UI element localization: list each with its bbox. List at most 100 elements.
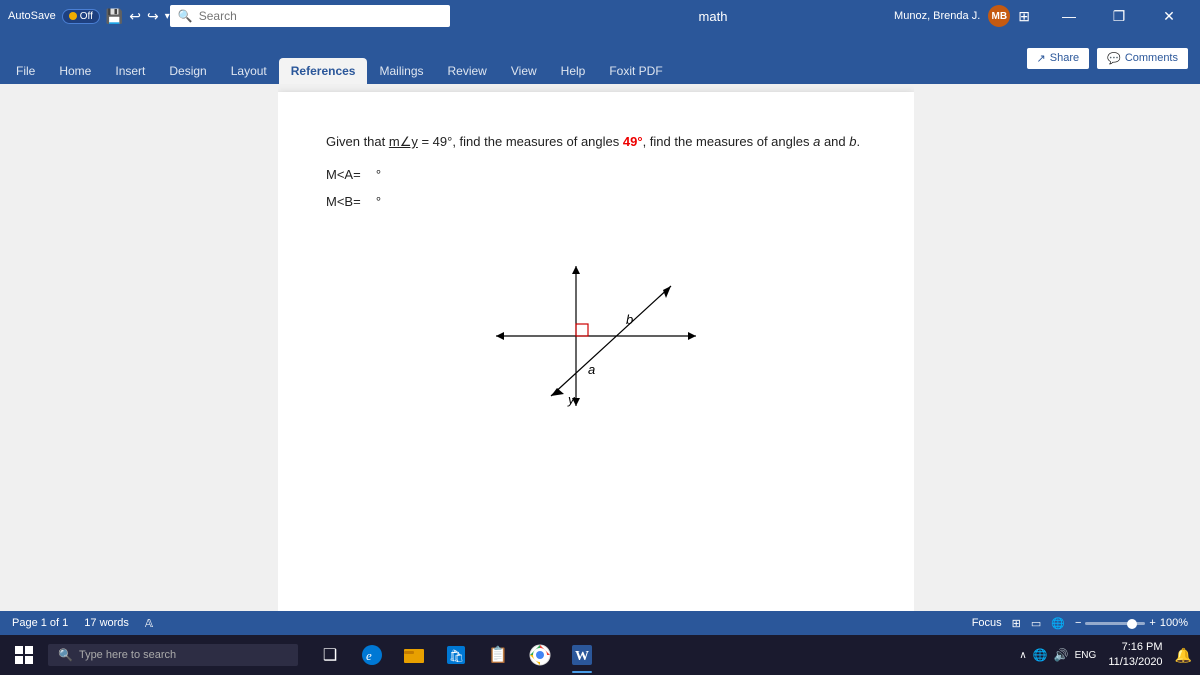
store-icon[interactable]: 🛍 [436, 635, 476, 675]
tab-review[interactable]: Review [436, 58, 499, 84]
tab-view[interactable]: View [499, 58, 549, 84]
tray-up-arrow[interactable]: ∧ [1019, 650, 1026, 661]
document-content: Given that m∠y = 49°, find the measures … [326, 132, 866, 436]
tab-layout[interactable]: Layout [219, 58, 279, 84]
status-bar: Page 1 of 1 17 words 𝔸 Focus ⊞ ▭ 🌐 − + 1… [0, 611, 1200, 635]
title-bar: AutoSave Off 💾 ↩ ↪ ▾ 🔍 math Munoz, Brend… [0, 0, 1200, 32]
title-bar-right: Munoz, Brenda J. MB ⊞ — ❐ ✕ [894, 0, 1192, 32]
left-gutter [0, 84, 278, 611]
file-explorer-icon[interactable] [394, 635, 434, 675]
tab-insert[interactable]: Insert [103, 58, 157, 84]
tab-references[interactable]: References [279, 58, 368, 84]
word-count: 17 words [84, 617, 129, 629]
speaker-icon[interactable]: 🔊 [1054, 648, 1069, 662]
svg-text:W: W [575, 649, 589, 664]
taskbar: 🔍 Type here to search ❑ e 🛍 📋 [0, 635, 1200, 675]
grid-icon[interactable]: ⊞ [1018, 8, 1030, 25]
undo-icon[interactable]: ↩ [129, 8, 141, 25]
zoom-minus[interactable]: − [1075, 617, 1081, 629]
taskbar-search-placeholder: Type here to search [79, 649, 176, 661]
redo-icon[interactable]: ↪ [147, 8, 159, 25]
share-icon: ↗ [1037, 52, 1046, 65]
document-title: math [532, 9, 894, 24]
label-a: a [588, 362, 595, 377]
chrome-icon[interactable] [520, 635, 560, 675]
network-icon[interactable]: 🌐 [1033, 648, 1048, 662]
document-container[interactable]: Given that m∠y = 49°, find the measures … [278, 84, 914, 611]
taskbar-icons: ❑ e 🛍 📋 [310, 635, 602, 675]
zoom-slider[interactable] [1085, 622, 1145, 625]
language-icon: 𝔸 [145, 617, 153, 630]
start-button[interactable] [4, 635, 44, 675]
degree-symbol-a: ° [376, 165, 381, 186]
tab-home[interactable]: Home [47, 58, 103, 84]
line1-label: M<A= [326, 165, 361, 186]
comments-button[interactable]: 💬 Comments [1097, 48, 1188, 69]
diagram-area: b a y [326, 236, 866, 436]
zoom-control: − + 100% [1075, 617, 1188, 629]
answer-line-a: M<A= ° [326, 165, 866, 186]
ribbon-right: ↗ Share 💬 Comments [1015, 32, 1200, 84]
lang-indicator: ENG [1075, 650, 1097, 661]
web-layout-icon[interactable]: 🌐 [1051, 617, 1065, 630]
edge-browser-icon[interactable]: e [352, 635, 392, 675]
tab-help[interactable]: Help [549, 58, 598, 84]
user-name: Munoz, Brenda J. [894, 10, 980, 22]
problem-subject: m∠y [389, 134, 418, 149]
problem-highlight: 49° [623, 134, 643, 149]
sys-tray: ∧ 🌐 🔊 ENG [1019, 648, 1096, 662]
close-button[interactable]: ✕ [1146, 0, 1192, 32]
comments-label: Comments [1125, 52, 1178, 64]
svg-text:e: e [366, 648, 372, 663]
read-mode-icon[interactable]: ⊞ [1012, 617, 1021, 630]
autosave-label: AutoSave [8, 10, 56, 22]
search-icon: 🔍 [178, 9, 193, 23]
comment-icon: 💬 [1107, 52, 1121, 65]
search-box[interactable]: 🔍 [170, 5, 450, 27]
taskbar-search[interactable]: 🔍 Type here to search [48, 644, 298, 666]
main-area: Given that m∠y = 49°, find the measures … [0, 84, 1200, 611]
minimize-button[interactable]: — [1046, 0, 1092, 32]
autosave-toggle[interactable]: Off [62, 9, 100, 24]
focus-label[interactable]: Focus [972, 617, 1002, 629]
tab-mailings[interactable]: Mailings [367, 58, 435, 84]
status-right: Focus ⊞ ▭ 🌐 − + 100% [972, 617, 1188, 630]
tab-design[interactable]: Design [157, 58, 218, 84]
time-date[interactable]: 7:16 PM 11/13/2020 [1104, 640, 1166, 671]
svg-text:🛍: 🛍 [449, 649, 464, 663]
taskbar-left: 🔍 Type here to search ❑ e 🛍 📋 [0, 635, 606, 675]
print-layout-icon[interactable]: ▭ [1031, 617, 1041, 630]
ribbon: File Home Insert Design Layout Reference… [0, 32, 1200, 84]
line2-label: M<B= [326, 192, 361, 213]
zoom-plus[interactable]: + [1149, 617, 1155, 629]
toggle-dot [69, 12, 77, 20]
search-input[interactable] [199, 9, 442, 23]
status-left: Page 1 of 1 17 words 𝔸 [12, 617, 153, 630]
current-time: 7:16 PM [1108, 640, 1162, 655]
problem-text: Given that m∠y = 49°, find the measures … [326, 132, 866, 153]
clipboard-icon[interactable]: 📋 [478, 635, 518, 675]
autosave-state: Off [80, 11, 93, 22]
restore-button[interactable]: ❐ [1096, 0, 1142, 32]
taskbar-search-icon: 🔍 [58, 648, 73, 662]
windows-logo [15, 646, 33, 664]
geometry-diagram: b a y [476, 236, 716, 436]
degree-symbol-b: ° [376, 192, 381, 213]
title-bar-center: 🔍 [170, 5, 532, 27]
notification-icon[interactable]: 🔔 [1175, 647, 1192, 664]
right-gutter [914, 84, 1200, 611]
problem-equals: = 49°, find the measures of angles [418, 134, 623, 149]
problem-prefix: Given that [326, 134, 389, 149]
share-button[interactable]: ↗ Share [1027, 48, 1090, 69]
answer-line-b: M<B= ° [326, 192, 866, 213]
tab-foxit-pdf[interactable]: Foxit PDF [597, 58, 674, 84]
zoom-percent: 100% [1160, 617, 1188, 629]
task-view-button[interactable]: ❑ [310, 635, 350, 675]
zoom-thumb [1127, 619, 1137, 629]
tab-file[interactable]: File [4, 58, 47, 84]
current-date: 11/13/2020 [1108, 655, 1162, 670]
word-icon[interactable]: W [562, 635, 602, 675]
page-info: Page 1 of 1 [12, 617, 68, 629]
problem-rest: , find the measures of angles a and b. [643, 134, 861, 149]
save-icon[interactable]: 💾 [106, 8, 123, 25]
